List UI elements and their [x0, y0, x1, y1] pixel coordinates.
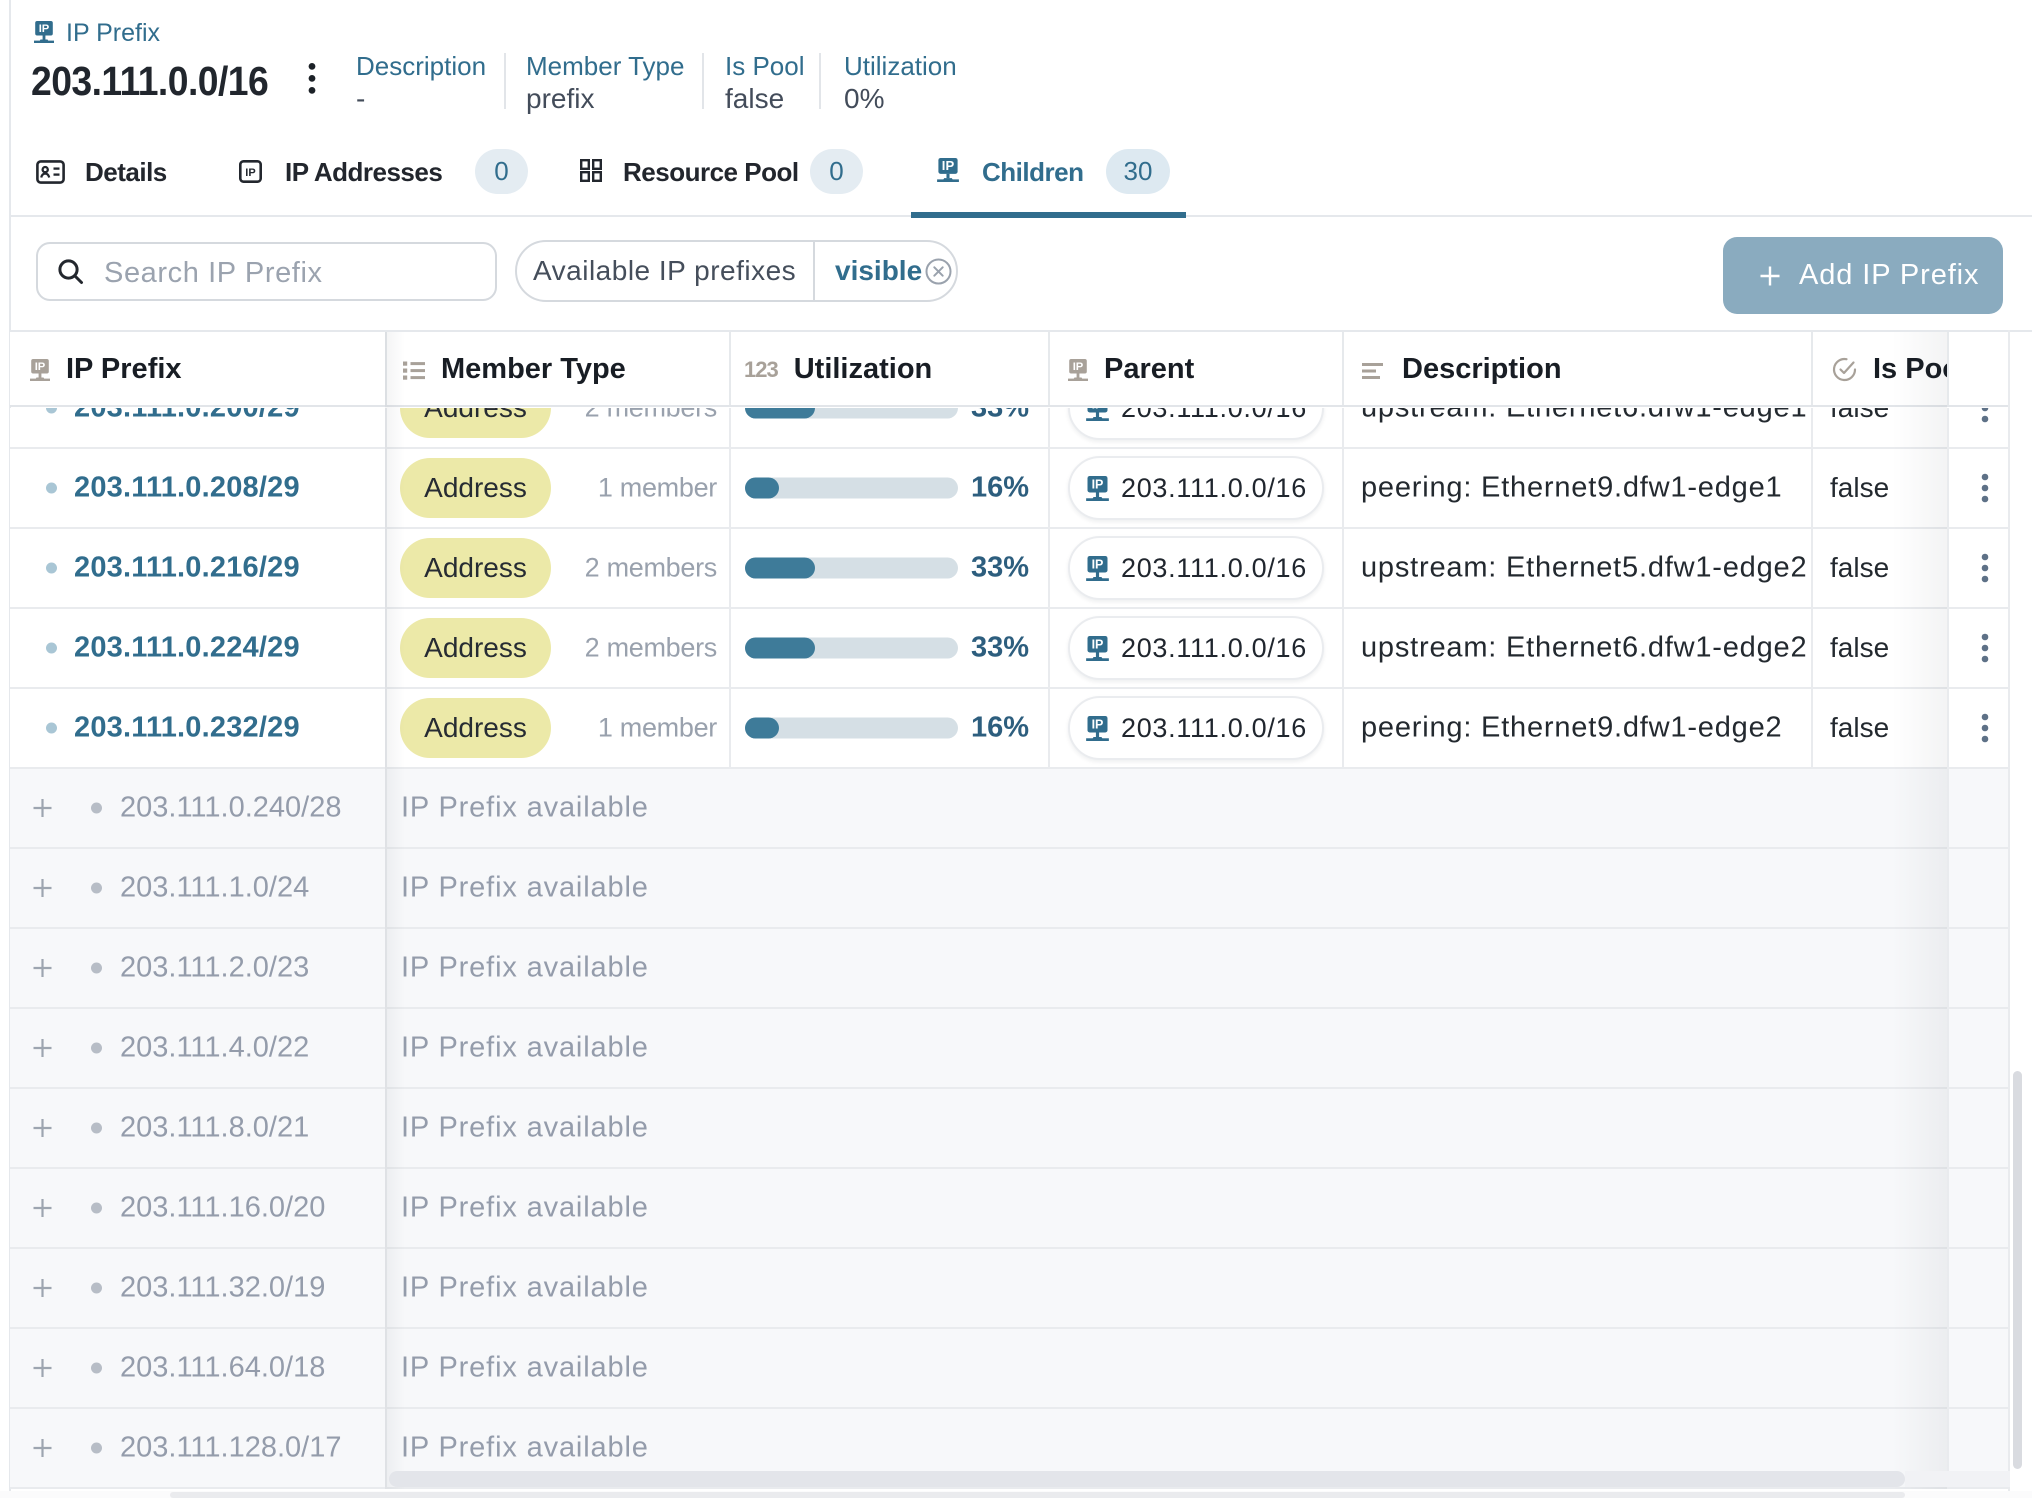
- svg-text:IP: IP: [1073, 361, 1084, 373]
- svg-text:IP: IP: [39, 23, 50, 35]
- svg-text:IP: IP: [942, 158, 955, 173]
- svg-text:IP: IP: [1092, 477, 1104, 491]
- svg-text:IP: IP: [245, 167, 255, 179]
- svg-text:IP: IP: [1092, 717, 1104, 731]
- svg-text:IP: IP: [1092, 408, 1104, 411]
- svg-text:IP: IP: [1092, 637, 1104, 651]
- svg-text:IP: IP: [1092, 557, 1104, 571]
- svg-text:IP: IP: [35, 361, 46, 373]
